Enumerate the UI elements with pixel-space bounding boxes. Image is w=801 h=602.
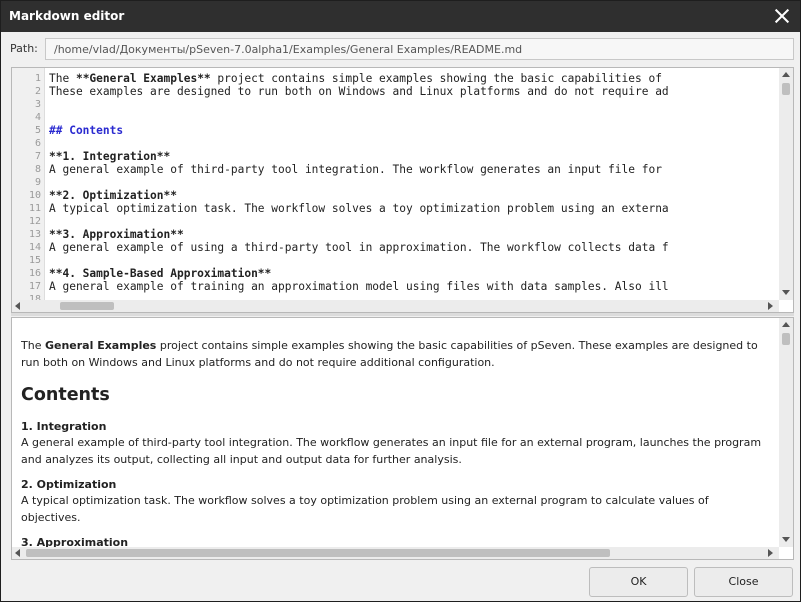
- source-line: A typical optimization task. The workflo…: [49, 202, 669, 215]
- scroll-right-icon[interactable]: [768, 302, 773, 310]
- line-number: 5: [34, 125, 41, 136]
- scroll-up-icon[interactable]: [782, 72, 790, 77]
- title-bar: Markdown editor: [1, 1, 800, 32]
- line-number: 15: [28, 255, 41, 266]
- preview-contents-heading: Contents: [21, 385, 110, 405]
- pane-splitter[interactable]: [11, 313, 794, 316]
- preview-content: The General Examples project contains si…: [21, 338, 771, 548]
- source-text-segment: A general example of third-party tool in…: [49, 163, 662, 176]
- source-text-area[interactable]: The **General Examples** project contain…: [45, 68, 779, 300]
- scroll-down-icon[interactable]: [782, 290, 790, 295]
- scroll-thumb[interactable]: [782, 333, 790, 345]
- line-number: 1: [34, 73, 41, 84]
- preview-section-title: 1. Integration: [21, 420, 107, 433]
- line-number: 7: [34, 151, 41, 162]
- preview-intro-bold: General Examples: [44, 339, 157, 352]
- path-label: Path:: [10, 42, 38, 55]
- line-number: 12: [28, 216, 41, 227]
- ok-button[interactable]: OK: [589, 567, 688, 597]
- scroll-left-icon[interactable]: [15, 302, 20, 310]
- line-number: 10: [28, 190, 41, 201]
- source-line: **4. Sample-Based Approximation**: [49, 267, 271, 280]
- scroll-thumb[interactable]: [26, 549, 610, 557]
- preview-horizontal-scrollbar[interactable]: [12, 547, 779, 559]
- source-text-segment: **4. Sample-Based Approximation**: [49, 267, 272, 280]
- preview-intro: The General Examples project contains si…: [21, 339, 758, 369]
- line-number: 13: [28, 229, 41, 240]
- source-line: A general example of using a third-party…: [49, 241, 669, 254]
- line-number: 16: [28, 268, 41, 279]
- source-text-segment: **2. Optimization**: [49, 189, 177, 202]
- line-number: 9: [34, 177, 41, 188]
- source-text-segment: A general example of training an approxi…: [49, 280, 669, 293]
- line-number: 6: [34, 138, 41, 149]
- source-line: A general example of training an approxi…: [49, 280, 669, 293]
- close-button[interactable]: Close: [694, 567, 793, 597]
- source-text-segment: A general example of using a third-party…: [49, 241, 669, 254]
- line-number: 4: [34, 112, 41, 123]
- scroll-right-icon[interactable]: [768, 549, 773, 557]
- source-line: ## Contents: [49, 124, 123, 137]
- preview-section-text: A typical optimization task. The workflo…: [21, 494, 709, 524]
- source-line: **2. Optimization**: [49, 189, 177, 202]
- source-text-segment: project contains simple examples showing…: [210, 72, 662, 85]
- line-number: 2: [34, 86, 41, 97]
- source-line: **1. Integration**: [49, 150, 170, 163]
- source-text-segment: A typical optimization task. The workflo…: [49, 202, 669, 215]
- line-number-gutter: 12345678910111213141516171819: [12, 68, 45, 312]
- preview-section-title: 2. Optimization: [21, 478, 117, 491]
- source-line: **3. Approximation**: [49, 228, 184, 241]
- dialog-title: Markdown editor: [9, 9, 125, 23]
- source-text-segment: ## Contents: [49, 124, 124, 137]
- scroll-left-icon[interactable]: [15, 549, 20, 557]
- scroll-thumb[interactable]: [60, 302, 114, 310]
- source-line: These examples are designed to run both …: [49, 85, 669, 98]
- line-number: 17: [28, 281, 41, 292]
- line-number: 8: [34, 164, 41, 175]
- source-text-segment: These examples are designed to run both …: [49, 85, 669, 98]
- line-number: 3: [34, 99, 41, 110]
- line-number: 14: [28, 242, 41, 253]
- preview-vertical-scrollbar[interactable]: [779, 318, 793, 547]
- source-text-segment: **3. Approximation**: [49, 228, 184, 241]
- path-field[interactable]: [45, 38, 794, 60]
- markdown-preview: The General Examples project contains si…: [11, 317, 794, 560]
- source-vertical-scrollbar[interactable]: [779, 68, 793, 300]
- path-row: Path:: [1, 37, 800, 63]
- markdown-editor-dialog: Markdown editor Path: 123456789101112131…: [0, 0, 801, 602]
- source-text-segment: **General Examples**: [75, 72, 211, 85]
- markdown-source-editor[interactable]: 12345678910111213141516171819 The **Gene…: [11, 67, 794, 313]
- source-line: A general example of third-party tool in…: [49, 163, 662, 176]
- close-icon[interactable]: [772, 6, 792, 26]
- source-horizontal-scrollbar[interactable]: [12, 300, 779, 312]
- scroll-up-icon[interactable]: [782, 322, 790, 327]
- line-number: 11: [28, 203, 41, 214]
- source-text-segment: The: [49, 72, 76, 85]
- preview-section-text: A general example of third-party tool in…: [21, 436, 762, 466]
- scroll-down-icon[interactable]: [782, 537, 790, 542]
- source-line: The **General Examples** project contain…: [49, 72, 662, 85]
- source-text-segment: **1. Integration**: [49, 150, 171, 163]
- scroll-thumb[interactable]: [782, 83, 790, 95]
